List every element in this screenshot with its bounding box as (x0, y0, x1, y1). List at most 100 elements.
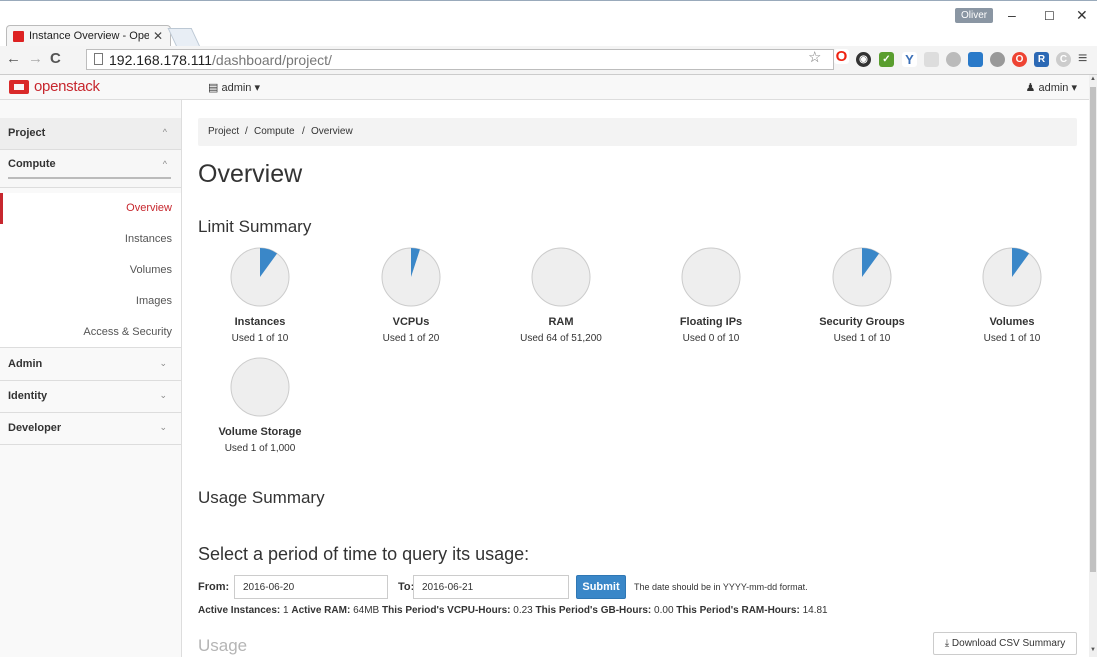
breadcrumb-compute[interactable]: Compute (254, 126, 295, 137)
pie-title: Volumes (989, 316, 1035, 328)
user-menu[interactable]: ♟ admin ▾ (1026, 81, 1077, 94)
pie-title: Instances (234, 316, 286, 328)
pie-title: VCPUs (392, 316, 430, 328)
download-icon: ⤓ (944, 638, 952, 649)
openstack-logo-icon[interactable] (9, 80, 29, 94)
url-text: 192.168.178.111/dashboard/project/ (109, 52, 332, 68)
pie-usage-text: Used 64 of 51,200 (520, 333, 602, 344)
browser-menu-icon[interactable]: ≡ (1078, 50, 1087, 68)
to-label: To: (398, 581, 415, 593)
pie-chart (832, 247, 892, 307)
to-date-input[interactable] (413, 575, 569, 599)
scroll-up-icon[interactable]: ▲ (1090, 76, 1096, 82)
red-o-extension-icon[interactable]: O (1012, 52, 1027, 67)
sidebar-item-images[interactable]: Images (0, 286, 181, 317)
forward-arrow-icon[interactable]: → (28, 50, 43, 67)
pie-usage-text: Used 1 of 20 (382, 333, 440, 344)
usage-heading: Usage (198, 636, 248, 655)
brand-name[interactable]: openstack (34, 78, 100, 95)
pie-background (230, 357, 290, 417)
breadcrumb-overview: Overview (311, 126, 353, 137)
ram-hours-label: This Period's RAM-Hours: (676, 605, 800, 616)
breadcrumb-separator: / (245, 126, 248, 137)
limit-pie-floating-ips: Floating IPs Used 0 of 10 (636, 246, 786, 344)
gb-hours-label: This Period's GB-Hours: (535, 605, 652, 616)
group-underline (8, 177, 171, 179)
sidebar-item-access-security[interactable]: Access & Security (0, 317, 181, 348)
pie-title: Floating IPs (679, 316, 743, 328)
tab-title: Instance Overview - Open (29, 30, 149, 42)
sidebar-item-label: Images (135, 295, 172, 307)
limit-pie-vcpus: VCPUs Used 1 of 20 (336, 246, 486, 344)
sidebar-section-label: Identity (8, 390, 48, 402)
pie-chart (982, 247, 1042, 307)
pie-usage-text: Used 1 of 1,000 (224, 443, 296, 454)
sidebar-group-compute[interactable]: Compute ^ (0, 150, 181, 188)
bookmark-star-icon[interactable]: ☆ (808, 48, 821, 66)
page-scrollbar[interactable]: ▲ ▼ (1089, 75, 1097, 657)
chevron-down-icon: ⌄ (159, 422, 167, 432)
project-selector[interactable]: ▤ admin ▾ (208, 81, 260, 94)
ghostery-extension-icon[interactable]: ◉ (856, 52, 871, 67)
globe-extension-icon[interactable] (946, 52, 961, 67)
opera-extension-icon[interactable]: O (834, 49, 849, 64)
pie-chart (230, 357, 290, 417)
reload-icon[interactable]: C (50, 50, 61, 67)
app-header: openstack ▤ admin ▾ ♟ admin ▾ (0, 75, 1089, 100)
active-instances-label: Active Instances: (198, 605, 281, 616)
checkmark-extension-icon[interactable]: ✓ (879, 52, 894, 67)
browser-user-badge[interactable]: Oliver (955, 8, 994, 23)
sidebar-item-instances[interactable]: Instances (0, 224, 181, 255)
sidebar-section-project[interactable]: Project ^ (0, 118, 181, 150)
browser-titlebar: Instance Overview - Open ✕ Oliver – ☐ ✕ (0, 0, 1097, 47)
page-icon (94, 53, 103, 65)
sidebar-group-label: Compute (8, 158, 56, 170)
pie-title: Volume Storage (218, 426, 302, 438)
browser-tab[interactable]: Instance Overview - Open ✕ (6, 25, 171, 47)
c-extension-icon[interactable]: C (1056, 52, 1071, 67)
y-extension-icon[interactable]: Y (902, 52, 917, 67)
pie-usage-text: Used 1 of 10 (833, 333, 891, 344)
from-date-input[interactable] (234, 575, 388, 599)
sidebar-item-label: Instances (124, 233, 172, 245)
page-extension-icon[interactable] (924, 52, 939, 67)
sidebar-section-admin[interactable]: Admin ⌄ (0, 349, 181, 381)
sidebar-item-label: Overview (126, 202, 172, 214)
download-csv-button[interactable]: ⤓ Download CSV Summary (933, 632, 1077, 655)
breadcrumb-project[interactable]: Project (208, 126, 239, 137)
close-window-icon[interactable]: ✕ (1076, 7, 1088, 24)
limit-pie-ram: RAM Used 64 of 51,200 (486, 246, 636, 344)
back-arrow-icon[interactable]: ← (6, 50, 21, 67)
address-bar[interactable]: 192.168.178.111/dashboard/project/ (86, 49, 834, 70)
breadcrumb: Project / Compute / Overview (198, 118, 1077, 146)
pie-title: RAM (548, 316, 574, 328)
submit-button[interactable]: Submit (576, 575, 626, 599)
sidebar-section-label: Project (8, 127, 46, 139)
chevron-down-icon: ⌄ (159, 358, 167, 368)
gear-extension-icon[interactable] (990, 52, 1005, 67)
breadcrumb-separator: / (302, 126, 305, 137)
maximize-icon[interactable]: ☐ (1044, 9, 1055, 23)
pie-background (681, 247, 741, 307)
pie-chart (531, 247, 591, 307)
sidebar-section-developer[interactable]: Developer ⌄ (0, 413, 181, 445)
download-csv-label: Download CSV Summary (951, 638, 1066, 649)
ram-hours-value: 14.81 (802, 605, 828, 616)
window-extension-icon[interactable] (968, 52, 983, 67)
sidebar-item-volumes[interactable]: Volumes (0, 255, 181, 286)
scroll-down-icon[interactable]: ▼ (1090, 647, 1096, 653)
chevron-up-icon: ^ (162, 159, 167, 169)
minimize-icon[interactable]: – (1008, 7, 1016, 23)
tab-close-icon[interactable]: ✕ (153, 29, 163, 43)
new-tab-button[interactable] (167, 28, 201, 47)
query-period-heading: Select a period of time to query its usa… (198, 544, 530, 564)
scrollbar-thumb[interactable] (1090, 87, 1096, 572)
user-icon: ♟ (1025, 82, 1039, 94)
sidebar-item-overview[interactable]: Overview (0, 193, 181, 224)
r-extension-icon[interactable]: R (1034, 52, 1049, 67)
pie-usage-text: Used 0 of 10 (682, 333, 740, 344)
sidebar-section-identity[interactable]: Identity ⌄ (0, 381, 181, 413)
pie-title: Security Groups (819, 316, 905, 328)
page-title: Overview (198, 160, 303, 188)
active-ram-value: 64MB (353, 605, 380, 616)
